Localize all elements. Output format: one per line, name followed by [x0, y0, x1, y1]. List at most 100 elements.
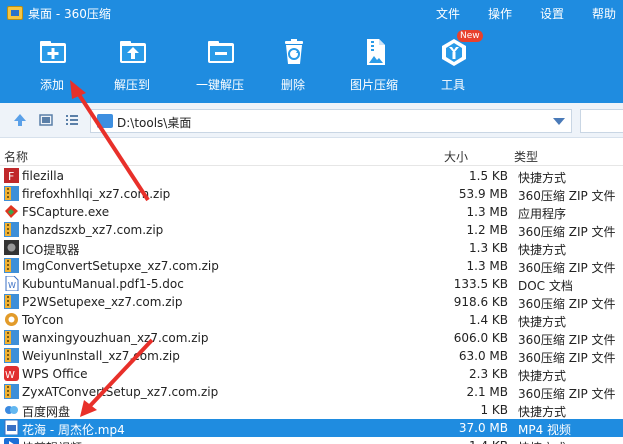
file-row[interactable]: WeiyunInstall_xz7.com.zip 63.0 MB 360压缩 ZI…	[0, 347, 623, 365]
file-size: 1.4 KB	[469, 313, 508, 327]
file-type: 应用程序	[518, 207, 567, 221]
file-row[interactable]: W WPS Office 2.3 KB 快捷方式	[0, 365, 623, 383]
file-size: 53.9 MB	[458, 187, 508, 201]
file-size: 1.5 KB	[469, 169, 508, 183]
file-type: 快捷方式	[518, 243, 567, 257]
image-compress-icon	[367, 39, 385, 65]
zip-icon	[4, 258, 19, 273]
file-row[interactable]: ZyxATConvertSetup_xz7.com.zip 2.1 MB 360压缩…	[0, 383, 623, 401]
video-icon	[4, 420, 19, 435]
file-name: ZyxATConvertSetup_xz7.com.zip	[22, 385, 219, 399]
zip-icon	[4, 330, 19, 345]
one-click-extract-icon	[208, 41, 234, 63]
column-size[interactable]: 大小	[444, 148, 468, 165]
file-size: 2.3 KB	[469, 367, 508, 381]
zip-icon	[4, 222, 19, 237]
file-name: 百度网盘	[22, 405, 71, 419]
extract-to-button[interactable]: 解压到	[92, 36, 172, 96]
file-type: 快捷方式	[518, 369, 567, 383]
file-name: ToYcon	[22, 313, 64, 327]
file-type: 360压缩 ZIP 文件	[518, 189, 616, 203]
image-compress-button[interactable]: 图片压缩	[334, 36, 414, 96]
filezilla-icon: F	[4, 168, 19, 183]
file-size: 37.0 MB	[458, 421, 508, 435]
file-row[interactable]: ImgConvertSetupxe_xz7.com.zip 1.3 MB 360压缩…	[0, 257, 623, 275]
file-name: FSCapture.exe	[22, 205, 110, 219]
file-row[interactable]: 花海 - 周杰伦.mp4 37.0 MB MP4 视频	[0, 419, 623, 437]
ico-extractor-icon	[4, 240, 19, 255]
file-name: filezilla	[22, 169, 64, 183]
recycle-bin-icon	[285, 39, 303, 64]
address-bar-area: D:\tools\桌面	[0, 103, 623, 138]
menu-operation[interactable]: 操作	[488, 5, 512, 22]
file-size: 1.2 MB	[466, 223, 508, 237]
zip-icon	[4, 294, 19, 309]
add-icon	[40, 41, 66, 63]
file-type: 360压缩 ZIP 文件	[518, 333, 616, 347]
delete-button[interactable]: 删除	[253, 36, 333, 96]
menu-file[interactable]: 文件	[436, 5, 460, 22]
tools-label: 工具	[440, 78, 465, 92]
add-button[interactable]: 添加	[12, 36, 92, 96]
menu-help[interactable]: 帮助	[592, 5, 616, 22]
zip-icon	[4, 186, 19, 201]
extract-to-label: 解压到	[113, 78, 150, 92]
file-row[interactable]: firefoxhhllqi_xz7.com.zip 53.9 MB 360压缩 ZI…	[0, 185, 623, 203]
file-size: 1.3 MB	[466, 259, 508, 273]
file-row[interactable]: wanxingyouzhuan_xz7.com.zip 606.0 KB 360压缩…	[0, 329, 623, 347]
svg-text:W: W	[5, 370, 15, 381]
menu-settings[interactable]: 设置	[540, 5, 564, 22]
new-badge: New	[457, 30, 483, 42]
file-row[interactable]: 快剪辑视频 1.4 KB 快捷方式	[0, 437, 623, 444]
one-click-extract-button[interactable]: 一键解压	[180, 36, 260, 96]
file-name: wanxingyouzhuan_xz7.com.zip	[22, 331, 209, 345]
file-row[interactable]: W KubuntuManual.pdf1-5.doc 133.5 KB DOC 文档	[0, 275, 623, 293]
file-size: 2.1 MB	[466, 385, 508, 399]
file-size: 1 KB	[480, 403, 508, 417]
file-name: WeiyunInstall_xz7.com.zip	[22, 349, 180, 363]
one-click-extract-label: 一键解压	[195, 78, 244, 92]
file-row[interactable]: 百度网盘 1 KB 快捷方式	[0, 401, 623, 419]
up-arrow-icon[interactable]	[12, 112, 28, 128]
file-row[interactable]: Ffilezilla 1.5 KB 快捷方式	[0, 167, 623, 185]
window-title: 桌面 - 360压缩	[28, 7, 111, 21]
file-type: 360压缩 ZIP 文件	[518, 261, 616, 275]
address-input[interactable]: D:\tools\桌面	[90, 109, 572, 133]
tools-icon	[442, 39, 466, 66]
file-name: KubuntuManual.pdf1-5.doc	[22, 277, 184, 291]
address-dropdown-icon[interactable]	[553, 118, 565, 125]
file-row[interactable]: ToYcon 1.4 KB 快捷方式	[0, 311, 623, 329]
svg-text:F: F	[8, 170, 14, 183]
doc-icon: W	[5, 276, 19, 291]
tools-button[interactable]: 工具 New	[413, 30, 493, 96]
file-type: 360压缩 ZIP 文件	[518, 387, 616, 401]
delete-label: 删除	[280, 78, 305, 92]
file-size: 1.3 KB	[469, 241, 508, 255]
file-row[interactable]: ICO提取器 1.3 KB 快捷方式	[0, 239, 623, 257]
column-header: 名称 大小 类型	[0, 144, 623, 166]
thumbnail-view-icon[interactable]	[38, 112, 54, 128]
top-toolbar-area: 桌面 - 360压缩 文件 操作 设置 帮助 添加 解压到 一键解压 删除 图片…	[0, 0, 623, 103]
file-list: Ffilezilla 1.5 KB 快捷方式 firefoxhhllqi_xz7.co…	[0, 167, 623, 444]
list-view-icon[interactable]	[64, 112, 80, 128]
file-name: 快剪辑视频	[22, 439, 82, 444]
search-input[interactable]	[580, 109, 623, 133]
folder-icon	[97, 114, 113, 128]
file-name: WPS Office	[22, 367, 88, 381]
file-type: 360压缩 ZIP 文件	[518, 351, 616, 365]
toycon-icon	[5, 313, 18, 326]
file-type: 快捷方式	[518, 171, 567, 185]
column-name[interactable]: 名称	[4, 148, 28, 165]
file-row[interactable]: P2WSetupexe_xz7.com.zip 918.6 KB 360压缩 ZIP…	[0, 293, 623, 311]
file-row[interactable]: hanzdszxb_xz7.com.zip 1.2 MB 360压缩 ZIP 文件	[0, 221, 623, 239]
file-name: ImgConvertSetupxe_xz7.com.zip	[22, 259, 219, 273]
column-type[interactable]: 类型	[514, 148, 538, 165]
file-name: 花海 - 周杰伦.mp4	[22, 423, 125, 437]
zip-icon	[4, 348, 19, 363]
file-type: MP4 视频	[518, 423, 572, 437]
file-size: 63.0 MB	[458, 349, 508, 363]
file-size: 1.3 MB	[466, 205, 508, 219]
add-label: 添加	[39, 78, 64, 92]
file-row[interactable]: FSCapture.exe 1.3 MB 应用程序	[0, 203, 623, 221]
file-name: hanzdszxb_xz7.com.zip	[22, 223, 164, 237]
